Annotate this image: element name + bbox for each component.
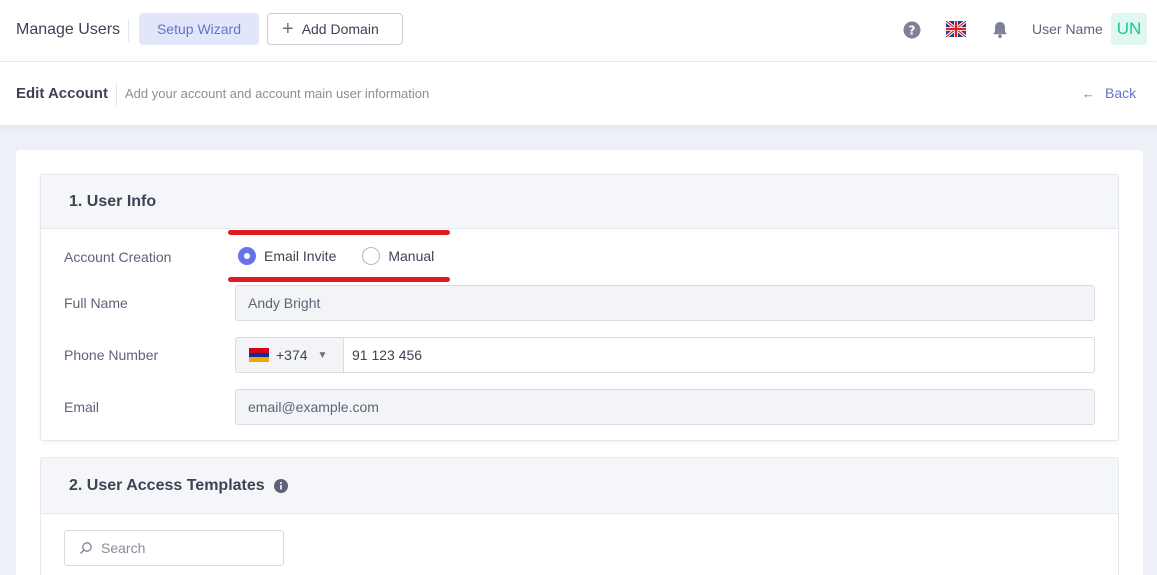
chevron-down-icon: ▼ <box>317 349 328 361</box>
phone-number-field[interactable]: 91 123 456 <box>344 338 422 372</box>
svg-text:?: ? <box>909 24 916 38</box>
armenia-flag-icon <box>249 348 269 363</box>
add-domain-button[interactable]: + Add Domain <box>267 13 403 45</box>
help-icon[interactable]: ? <box>902 20 922 40</box>
page-title: Manage Users <box>16 20 130 42</box>
account-creation-label: Account Creation <box>64 249 172 265</box>
main-card: 1. User Info Account Creation Email Invi… <box>16 150 1143 575</box>
user-access-templates-title: 2. User Access Templates <box>69 476 265 494</box>
user-access-templates-heading: 2. User Access Templates <box>41 458 1118 514</box>
radio-checked-icon <box>238 247 256 265</box>
annotation-underline-top <box>228 230 450 235</box>
user-access-templates-section: 2. User Access Templates Search <box>40 457 1119 575</box>
radio-manual[interactable]: Manual <box>362 247 434 265</box>
account-creation-radio-group: Email Invite Manual <box>238 247 460 265</box>
search-input[interactable]: Search <box>64 530 284 566</box>
full-name-field[interactable]: Andy Bright <box>235 285 1095 321</box>
phone-number-label: Phone Number <box>64 347 159 363</box>
radio-unchecked-icon <box>362 247 381 265</box>
back-label: Back <box>1105 85 1137 101</box>
edit-account-description: Add your account and account main user i… <box>125 86 430 101</box>
edit-account-title: Edit Account <box>16 84 117 106</box>
manual-label: Manual <box>388 248 435 264</box>
user-name[interactable]: User Name <box>1032 21 1103 37</box>
add-domain-label: Add Domain <box>301 21 379 37</box>
country-code-select[interactable]: +374 ▼ <box>236 338 344 372</box>
search-placeholder: Search <box>101 540 146 556</box>
full-name-label: Full Name <box>64 295 128 311</box>
email-invite-label: Email Invite <box>264 248 337 264</box>
plus-icon: + <box>282 18 294 40</box>
avatar[interactable]: UN <box>1111 13 1147 45</box>
top-header: Manage Users Setup Wizard + Add Domain ?… <box>0 0 1157 62</box>
phone-number-input: +374 ▼ 91 123 456 <box>235 337 1095 373</box>
arrow-left-icon: ← <box>1082 85 1095 101</box>
info-icon[interactable] <box>273 478 288 493</box>
email-label: Email <box>64 399 100 415</box>
user-info-heading: 1. User Info <box>41 175 1118 229</box>
radio-email-invite[interactable]: Email Invite <box>238 247 336 265</box>
sub-header: Edit Account Add your account and accoun… <box>0 62 1157 125</box>
search-icon <box>80 542 92 554</box>
back-link[interactable]: ← Back <box>1082 85 1136 101</box>
uk-flag-icon[interactable] <box>946 21 966 37</box>
setup-wizard-button[interactable]: Setup Wizard <box>139 13 259 45</box>
country-code: +374 <box>276 347 308 363</box>
email-field[interactable]: email@example.com <box>235 389 1095 425</box>
bell-icon[interactable] <box>990 20 1010 40</box>
user-info-section: 1. User Info Account Creation Email Invi… <box>40 174 1119 441</box>
annotation-underline-bottom <box>228 277 450 282</box>
